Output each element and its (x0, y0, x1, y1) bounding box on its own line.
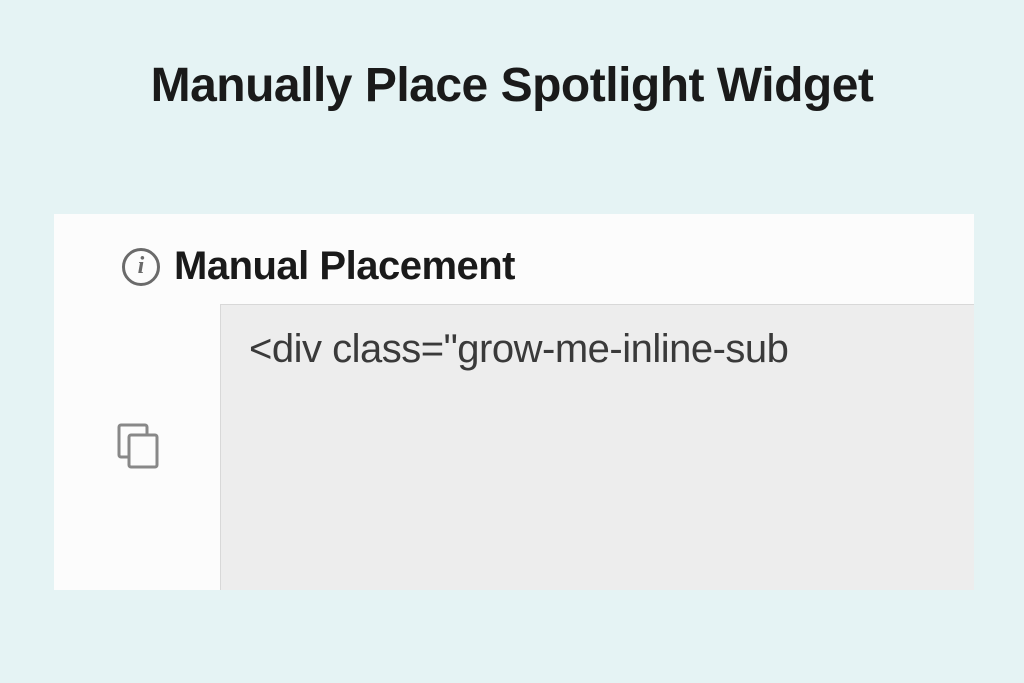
code-snippet-text: <div class="grow-me-inline-sub (249, 327, 974, 372)
copy-icon[interactable] (116, 422, 160, 470)
page-title: Manually Place Spotlight Widget (0, 58, 1024, 113)
code-area: <div class="grow-me-inline-sub (122, 304, 974, 590)
section-title: Manual Placement (174, 244, 515, 289)
code-snippet-box[interactable]: <div class="grow-me-inline-sub (220, 304, 974, 590)
info-icon[interactable]: i (122, 248, 160, 286)
section-header: i Manual Placement (122, 244, 515, 289)
info-icon-glyph: i (138, 254, 145, 278)
manual-placement-panel: i Manual Placement <div class="grow-me-i… (54, 214, 974, 590)
